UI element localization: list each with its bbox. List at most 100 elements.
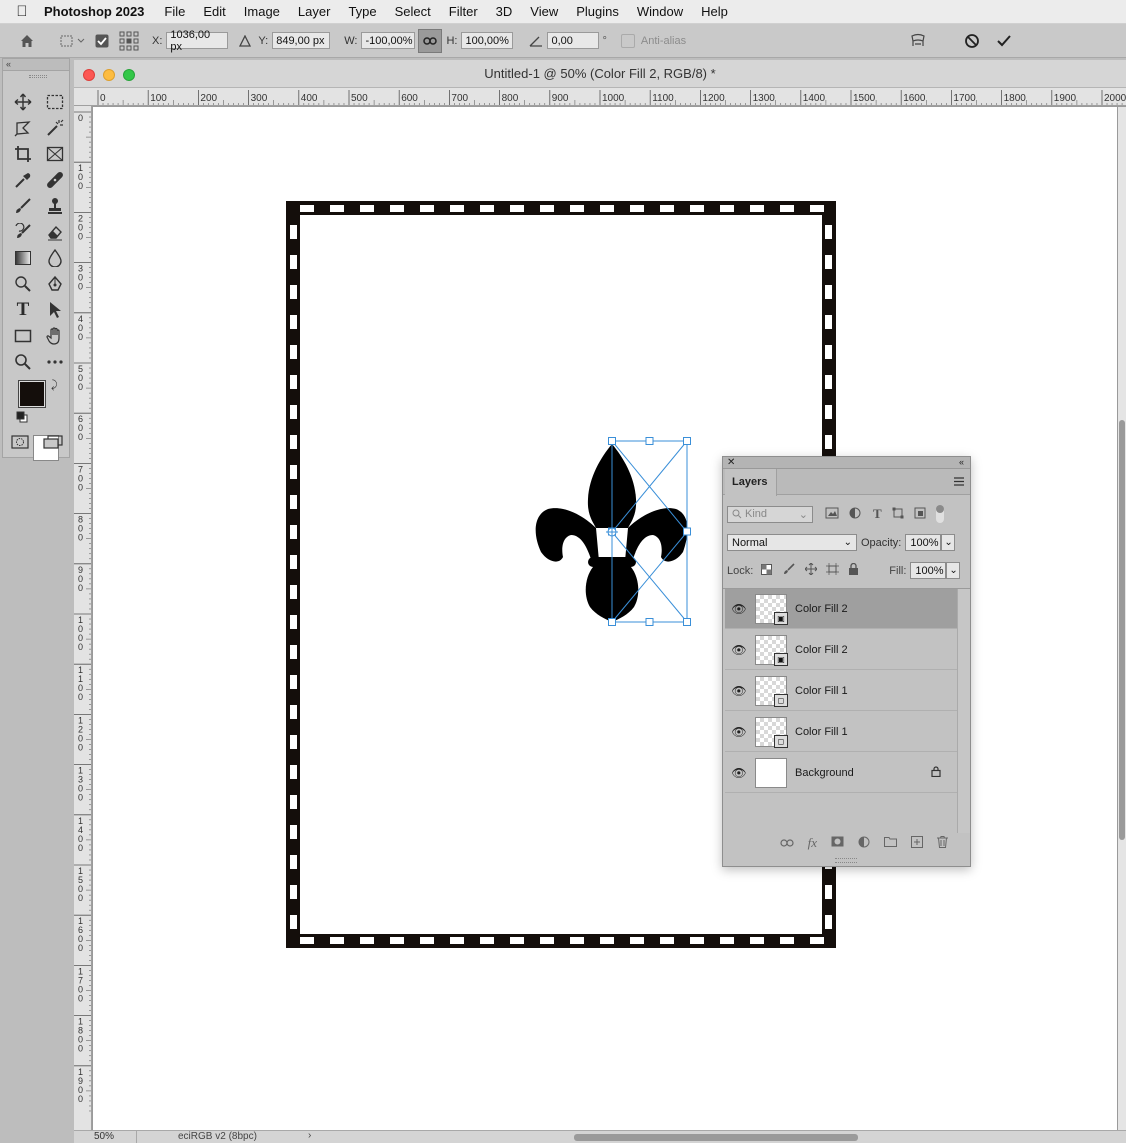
eye-icon[interactable]: 👁 bbox=[725, 725, 753, 739]
apple-icon[interactable]:  bbox=[0, 3, 44, 20]
filter-adjustment-icon[interactable] bbox=[849, 507, 861, 522]
height-field[interactable]: 100,00% bbox=[461, 32, 514, 49]
tools-grip[interactable] bbox=[29, 75, 47, 78]
fx-icon[interactable]: fx bbox=[808, 835, 817, 851]
layer-kind-filter[interactable]: Kind ⌄ bbox=[727, 505, 813, 523]
menu-type[interactable]: Type bbox=[348, 4, 376, 19]
rotation-field[interactable]: 0,00 bbox=[547, 32, 600, 49]
vertical-scrollbar[interactable] bbox=[1118, 107, 1126, 1130]
width-field[interactable]: -100,00% bbox=[361, 32, 416, 49]
app-menu[interactable]: Photoshop 2023 bbox=[44, 4, 144, 19]
filter-smart-object-icon[interactable] bbox=[914, 507, 926, 522]
lock-position-icon[interactable] bbox=[804, 562, 818, 578]
menu-window[interactable]: Window bbox=[637, 4, 683, 19]
horizontal-ruler[interactable]: 0 100 200 300 400 500 600 700 800 900 1000 1100 1200… bbox=[74, 88, 1126, 106]
minimize-window-icon[interactable] bbox=[103, 69, 115, 81]
brush-tool-icon[interactable] bbox=[7, 193, 39, 219]
collapse-tools-icon[interactable]: « bbox=[3, 59, 69, 71]
lock-transparent-pixels-icon[interactable] bbox=[761, 563, 773, 578]
close-window-icon[interactable] bbox=[83, 69, 95, 81]
menu-layer[interactable]: Layer bbox=[298, 4, 331, 19]
panel-menu-icon[interactable] bbox=[954, 477, 964, 489]
adjustment-layer-icon[interactable] bbox=[858, 836, 870, 851]
link-layers-icon[interactable] bbox=[780, 836, 794, 850]
screen-mode-icon[interactable] bbox=[43, 435, 63, 452]
menu-edit[interactable]: Edit bbox=[203, 4, 225, 19]
lock-artboard-icon[interactable] bbox=[826, 563, 840, 578]
x-position-field[interactable]: 1036,00 px bbox=[166, 29, 229, 53]
zoom-window-icon[interactable] bbox=[123, 69, 135, 81]
menu-select[interactable]: Select bbox=[395, 4, 431, 19]
relative-position-icon[interactable] bbox=[234, 34, 256, 47]
collapse-panel-icon[interactable]: « bbox=[959, 457, 964, 468]
menu-file[interactable]: File bbox=[164, 4, 185, 19]
history-brush-tool-icon[interactable] bbox=[7, 219, 39, 245]
panel-resize-grip[interactable] bbox=[835, 858, 857, 863]
layer-row[interactable]: 👁 ◻ Color Fill 1 bbox=[725, 671, 957, 711]
rectangular-marquee-tool-icon[interactable] bbox=[39, 89, 71, 115]
layer-row[interactable]: 👁 ▣ Color Fill 2 bbox=[725, 589, 957, 629]
opacity-field[interactable]: 100% bbox=[905, 534, 942, 551]
default-colors-icon[interactable] bbox=[16, 411, 28, 426]
warp-mode-icon[interactable] bbox=[908, 33, 928, 49]
blur-tool-icon[interactable] bbox=[39, 245, 71, 271]
eye-icon[interactable]: 👁 bbox=[725, 766, 753, 780]
close-panel-icon[interactable]: ✕ bbox=[727, 457, 735, 468]
menu-help[interactable]: Help bbox=[701, 4, 728, 19]
crop-tool-icon[interactable] bbox=[7, 141, 39, 167]
eye-icon[interactable]: 👁 bbox=[725, 643, 753, 657]
blend-mode-select[interactable]: Normal ⌄ bbox=[727, 534, 857, 551]
lock-image-pixels-icon[interactable] bbox=[783, 563, 795, 578]
menu-image[interactable]: Image bbox=[244, 4, 280, 19]
anti-alias-checkbox[interactable] bbox=[620, 33, 635, 48]
y-position-field[interactable]: 849,00 px bbox=[272, 32, 331, 49]
clone-stamp-tool-icon[interactable] bbox=[39, 193, 71, 219]
color-profile-info[interactable]: eciRGB v2 (8bpc) bbox=[178, 1131, 257, 1142]
menu-view[interactable]: View bbox=[530, 4, 558, 19]
fill-field[interactable]: 100% bbox=[910, 562, 947, 579]
gradient-tool-icon[interactable] bbox=[7, 245, 39, 271]
healing-brush-tool-icon[interactable] bbox=[39, 167, 71, 193]
pen-tool-icon[interactable] bbox=[39, 271, 71, 297]
path-selection-tool-icon[interactable] bbox=[39, 297, 71, 323]
eraser-tool-icon[interactable] bbox=[39, 219, 71, 245]
transform-tool-preset-icon[interactable] bbox=[54, 33, 90, 49]
lock-icon[interactable] bbox=[931, 765, 941, 780]
reference-point-checkbox[interactable] bbox=[90, 34, 114, 48]
zoom-level[interactable]: 50% bbox=[94, 1131, 114, 1142]
new-layer-icon[interactable] bbox=[911, 835, 923, 851]
hand-tool-icon[interactable] bbox=[39, 323, 71, 349]
commit-transform-icon[interactable] bbox=[994, 34, 1014, 48]
opacity-slider-toggle[interactable]: ⌄ bbox=[941, 534, 956, 551]
swap-colors-icon[interactable]: ⤸ bbox=[51, 379, 58, 392]
link-icon[interactable] bbox=[418, 28, 443, 53]
vertical-scroll-thumb[interactable] bbox=[1119, 420, 1125, 840]
zoom-tool-icon[interactable] bbox=[7, 349, 39, 375]
menu-3d[interactable]: 3D bbox=[496, 4, 513, 19]
foreground-color-swatch[interactable] bbox=[18, 380, 46, 408]
home-icon[interactable] bbox=[0, 33, 54, 49]
delete-layer-icon[interactable] bbox=[937, 835, 948, 851]
layer-row[interactable]: 👁 ▣ Color Fill 2 bbox=[725, 630, 957, 670]
type-tool-icon[interactable]: T bbox=[7, 297, 39, 323]
dodge-tool-icon[interactable] bbox=[7, 271, 39, 297]
reference-point-grid-icon[interactable] bbox=[114, 31, 144, 51]
eye-icon[interactable]: 👁 bbox=[725, 602, 753, 616]
filter-toggle[interactable] bbox=[935, 505, 944, 523]
horizontal-scroll-thumb[interactable] bbox=[574, 1134, 858, 1141]
frame-tool-icon[interactable] bbox=[39, 141, 71, 167]
filter-shape-icon[interactable] bbox=[892, 507, 904, 522]
lasso-tool-icon[interactable] bbox=[7, 115, 39, 141]
menu-filter[interactable]: Filter bbox=[449, 4, 478, 19]
layer-list-scrollbar[interactable] bbox=[957, 589, 970, 833]
magic-wand-tool-icon[interactable] bbox=[39, 115, 71, 141]
filter-pixel-icon[interactable] bbox=[825, 507, 839, 522]
status-arrow-icon[interactable]: › bbox=[308, 1130, 311, 1141]
rectangle-tool-icon[interactable] bbox=[7, 323, 39, 349]
vertical-ruler[interactable]: 0 100 200 300 400 500 600 700 800 900 1000 1100 1200… bbox=[74, 106, 92, 1130]
layer-row[interactable]: 👁 Background bbox=[725, 753, 957, 793]
new-group-icon[interactable] bbox=[884, 836, 897, 850]
fill-slider-toggle[interactable]: ⌄ bbox=[946, 562, 961, 579]
add-mask-icon[interactable] bbox=[831, 836, 844, 850]
move-tool-icon[interactable] bbox=[7, 89, 39, 115]
